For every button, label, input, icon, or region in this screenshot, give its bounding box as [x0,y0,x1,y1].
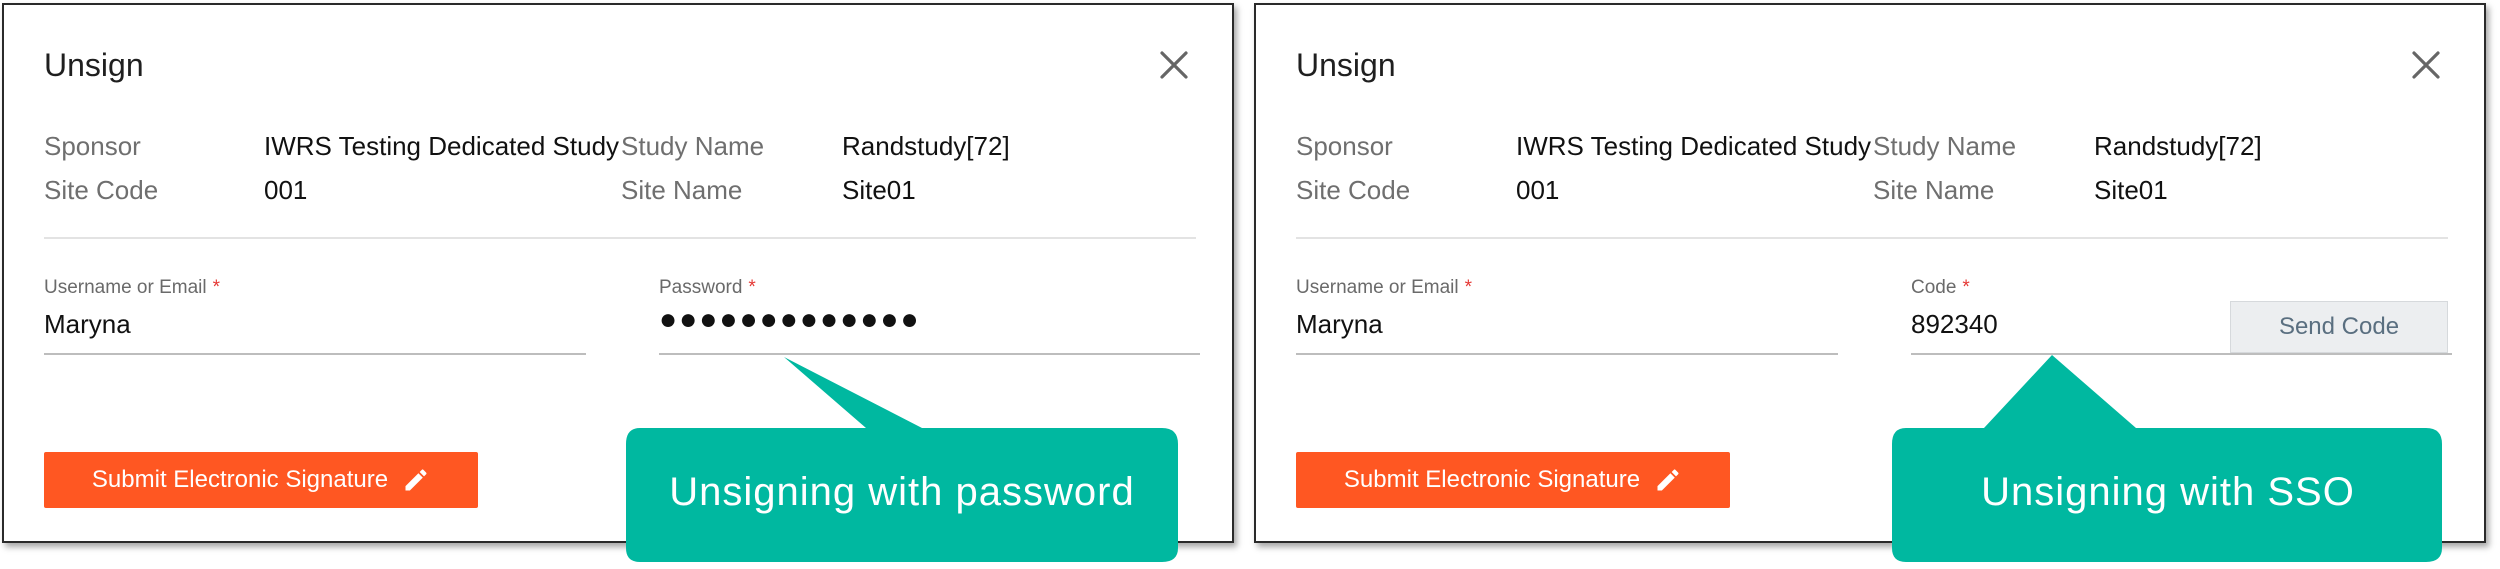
required-marker: * [1962,277,1970,298]
sponsor-value: IWRS Testing Dedicated Study [1516,131,1872,161]
close-button[interactable] [2408,47,2444,83]
sponsor-value: IWRS Testing Dedicated Study [264,131,620,161]
site-name-value: Site01 [2094,175,2168,205]
code-value: 892340 [1911,309,1998,339]
site-code-value: 001 [1516,175,1560,205]
send-code-button[interactable]: Send Code [2230,301,2448,353]
site-name-label: Site Name [621,175,743,205]
sponsor-label: Sponsor [44,131,141,161]
pencil-icon [405,469,427,491]
required-marker: * [212,277,221,298]
dialog-title: Unsign [44,47,144,83]
site-code-label: Site Code [44,175,159,205]
username-value: Maryna [1296,309,1383,339]
password-field[interactable]: Password * ●●●●●●●●●●●●● [659,277,1200,355]
submit-electronic-signature-button[interactable]: Submit Electronic Signature [44,452,478,508]
password-value: ●●●●●●●●●●●●● [659,303,921,336]
study-name-value: Randstudy[72] [842,131,1010,161]
username-label: Username or Email * [44,277,221,298]
dialog-title: Unsign [1296,47,1396,83]
site-name-label: Site Name [1873,175,1995,205]
site-code-value: 001 [264,175,308,205]
pencil-icon [1657,469,1679,491]
submit-label: Submit Electronic Signature [1343,466,1641,493]
password-label: Password * [659,277,756,298]
close-icon [2412,51,2440,79]
site-code-label: Site Code [1296,175,1411,205]
code-label: Code * [1911,277,1970,298]
divider [1296,237,2448,239]
unsign-dialog-sso: Unsign Sponsor IWRS Testing Dedicated St… [1254,3,2486,543]
site-name-value: Site01 [842,175,916,205]
unsign-dialog-password: Unsign Sponsor IWRS Testing Dedicated St… [2,3,1234,543]
username-field[interactable]: Username or Email * Maryna [1296,277,1838,355]
close-icon [1160,51,1188,79]
username-value: Maryna [44,309,131,339]
close-button[interactable] [1156,47,1192,83]
study-name-label: Study Name [621,131,765,161]
required-marker: * [1464,277,1473,298]
submit-electronic-signature-button[interactable]: Submit Electronic Signature [1296,452,1730,508]
submit-label: Submit Electronic Signature [91,466,389,493]
required-marker: * [748,277,756,298]
username-label: Username or Email * [1296,277,1473,298]
username-field[interactable]: Username or Email * Maryna [44,277,586,355]
study-name-label: Study Name [1873,131,2017,161]
sponsor-label: Sponsor [1296,131,1393,161]
divider [44,237,1196,239]
study-name-value: Randstudy[72] [2094,131,2262,161]
